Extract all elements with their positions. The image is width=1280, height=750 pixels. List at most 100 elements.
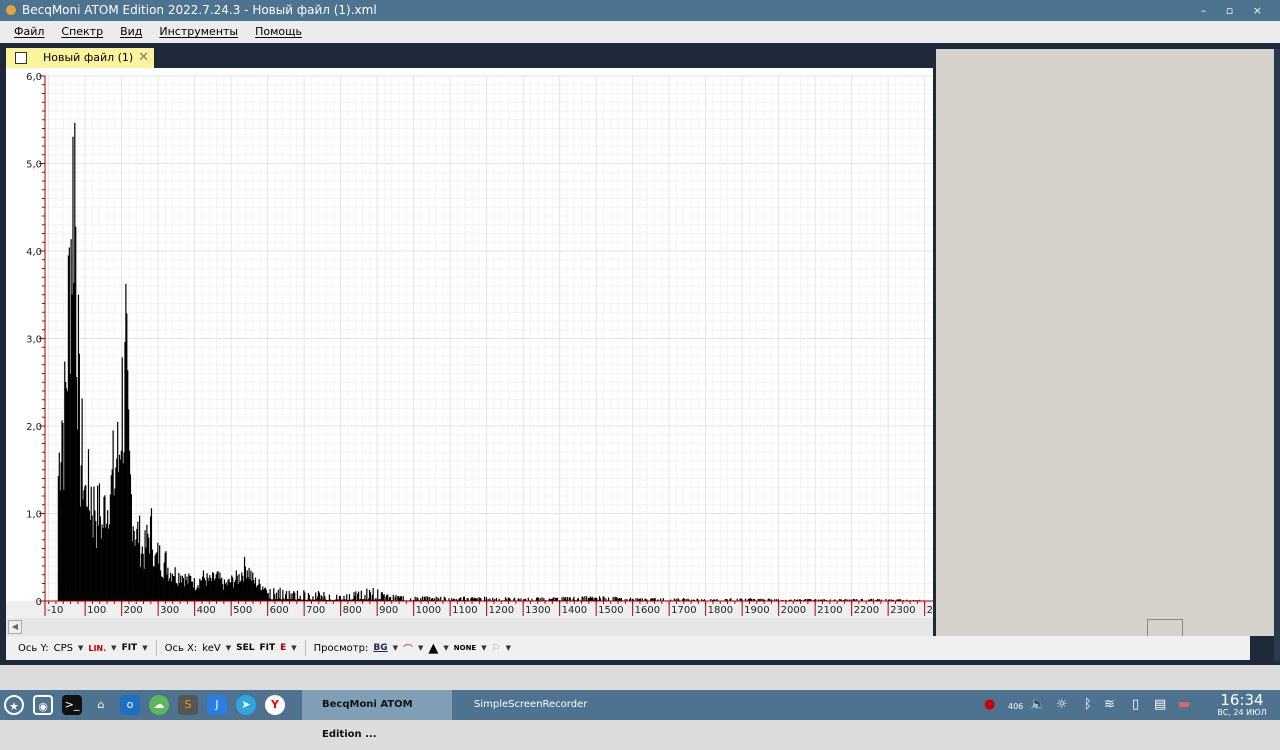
minimize-button[interactable]: – bbox=[1201, 4, 1215, 17]
spectrum-bar bbox=[355, 591, 356, 601]
x-tick-label: 2100 bbox=[817, 605, 842, 616]
title-bar: BecqMoni ATOM Edition 2022.7.24.3 - Новы… bbox=[0, 0, 1280, 21]
clock[interactable]: 16:34 ВС, 24 ИЮЛ bbox=[1212, 692, 1272, 717]
y-unit-select[interactable]: CPS bbox=[54, 643, 73, 654]
x-tick-label: 500 bbox=[233, 605, 252, 616]
spectrum-bar bbox=[373, 588, 374, 601]
horizontal-scrollbar[interactable]: ◀ bbox=[6, 618, 933, 636]
tab-close-icon[interactable]: ✕ bbox=[138, 48, 149, 68]
outlook-icon[interactable]: o bbox=[120, 695, 140, 715]
spectrum-chart[interactable]: 01,02,03,04,05,06,0-10100200300400500600… bbox=[6, 68, 933, 618]
window-title: BecqMoni ATOM Edition 2022.7.24.3 - Новы… bbox=[22, 3, 377, 17]
file-manager-icon[interactable]: ◉ bbox=[33, 695, 53, 715]
x-tick-label: 800 bbox=[343, 605, 362, 616]
app-icon bbox=[6, 5, 16, 15]
x-tick-label: 1200 bbox=[489, 605, 514, 616]
flag-icon[interactable]: ⚐ bbox=[492, 643, 501, 654]
x-tick-label: 1900 bbox=[744, 605, 769, 616]
bluetooth-icon[interactable]: ᛒ bbox=[1084, 697, 1092, 712]
y-tick-label: 1,0 bbox=[26, 510, 42, 521]
y-tick-label: 4,0 bbox=[26, 247, 42, 258]
menu-view[interactable]: Вид bbox=[120, 21, 142, 43]
sublime-text-icon[interactable]: S bbox=[178, 695, 198, 715]
x-tick-label: 100 bbox=[87, 605, 106, 616]
menu-file[interactable]: Файл bbox=[14, 21, 44, 43]
weather-badge[interactable]: 406 bbox=[1008, 702, 1023, 711]
brightness-icon[interactable]: ☼ bbox=[1056, 697, 1068, 712]
x-tick-label: 2200 bbox=[854, 605, 879, 616]
x-tick-label: -10 bbox=[47, 605, 63, 616]
x-sel-button[interactable]: SEL bbox=[236, 643, 254, 653]
close-button[interactable]: × bbox=[1253, 4, 1270, 17]
telegram-icon[interactable]: ➤ bbox=[236, 695, 256, 715]
x-tick-label: 300 bbox=[160, 605, 179, 616]
mail-client-icon[interactable]: ⌂ bbox=[91, 695, 111, 715]
menu-tools[interactable]: Инструменты bbox=[159, 21, 238, 43]
spectrum-bar bbox=[514, 598, 515, 601]
spectrum-bar bbox=[427, 597, 428, 601]
tab-new-file[interactable]: Новый файл (1) ✕ bbox=[6, 48, 154, 68]
maximize-button[interactable]: ▫ bbox=[1226, 4, 1241, 17]
start-menu-icon[interactable]: ★ bbox=[4, 695, 24, 715]
spectrum-bar bbox=[584, 596, 585, 601]
record-icon[interactable]: ● bbox=[984, 697, 995, 712]
x-tick-label: 2300 bbox=[890, 605, 915, 616]
y-fit-button[interactable]: FIT bbox=[122, 643, 138, 653]
x-tick-label: 1400 bbox=[562, 605, 587, 616]
y-tick-label: 5,0 bbox=[26, 160, 42, 171]
menu-help[interactable]: Помощь bbox=[255, 21, 302, 43]
peaks-icon[interactable]: ▲ bbox=[428, 641, 438, 656]
keyboard-layout-icon[interactable]: ▬ bbox=[1178, 697, 1190, 712]
spectrum-bar bbox=[440, 597, 441, 601]
spectrum-bar bbox=[393, 595, 394, 601]
y-tick-label: 6,0 bbox=[26, 72, 42, 83]
y-scale-button[interactable]: LIN. bbox=[88, 644, 106, 653]
notifications-icon[interactable]: ▤ bbox=[1154, 697, 1166, 712]
task-label: SimpleScreenRecorder bbox=[474, 699, 587, 710]
arc-icon[interactable]: ⌒ bbox=[403, 641, 413, 656]
x-tick-label: 400 bbox=[197, 605, 216, 616]
x-tick-label: 200 bbox=[124, 605, 143, 616]
energy-calibration-button[interactable]: E bbox=[280, 643, 286, 653]
x-tick-label: 2000 bbox=[781, 605, 806, 616]
bg-button[interactable]: BG bbox=[373, 643, 387, 653]
x-tick-label: 700 bbox=[306, 605, 325, 616]
yandex-browser-icon[interactable]: Y bbox=[265, 695, 285, 715]
spectrum-bar bbox=[395, 595, 396, 601]
x-tick-label: 1600 bbox=[635, 605, 660, 616]
x-tick-label: 1000 bbox=[416, 605, 441, 616]
j-app-icon[interactable]: J bbox=[207, 695, 227, 715]
spectrum-bar bbox=[304, 592, 305, 601]
side-panel bbox=[936, 49, 1274, 636]
chart-toolbar: Ось Y: CPS▼ LIN.▼ FIT▼ Ось X: keV▼ SEL F… bbox=[6, 636, 1250, 660]
y-tick-label: 3,0 bbox=[26, 335, 42, 346]
taskbar-item-becqmoni[interactable]: BecqMoni ATOM Edition ... bbox=[302, 690, 452, 720]
spectrum-bar bbox=[269, 589, 270, 601]
panel-splitter[interactable] bbox=[1274, 49, 1280, 661]
spectrum-bar bbox=[280, 588, 281, 601]
spectrum-bar bbox=[377, 589, 378, 601]
panel-box bbox=[1147, 619, 1183, 636]
spectrum-bar bbox=[403, 596, 404, 601]
spectrum-bar bbox=[346, 594, 347, 601]
taskbar-item-screenrecorder[interactable]: SimpleScreenRecorder bbox=[456, 690, 606, 720]
x-unit-select[interactable]: keV bbox=[202, 643, 220, 654]
menu-spectrum[interactable]: Спектр bbox=[61, 21, 103, 43]
y-tick-label: 0 bbox=[36, 597, 42, 608]
none-button[interactable]: NONE bbox=[454, 644, 476, 652]
scroll-left-button[interactable]: ◀ bbox=[8, 620, 22, 634]
volume-muted-icon[interactable]: 🔈 bbox=[1030, 697, 1046, 712]
wifi-icon[interactable]: ≋ bbox=[1104, 697, 1115, 712]
y-axis-label: Ось Y: bbox=[18, 643, 49, 654]
spectrum-svg[interactable]: 01,02,03,04,05,06,0-10100200300400500600… bbox=[6, 68, 933, 618]
remote-desktop-icon[interactable]: ☁ bbox=[149, 695, 169, 715]
spectrum-bar bbox=[603, 597, 604, 601]
x-tick-label: 1800 bbox=[708, 605, 733, 616]
terminal-icon[interactable]: >_ bbox=[62, 695, 82, 715]
x-fit-button[interactable]: FIT bbox=[259, 643, 275, 653]
x-tick-label: 24 bbox=[927, 605, 933, 616]
battery-icon[interactable]: ▯ bbox=[1132, 697, 1139, 712]
x-tick-label: 600 bbox=[270, 605, 289, 616]
clock-date: ВС, 24 ИЮЛ bbox=[1212, 708, 1272, 717]
clock-time: 16:34 bbox=[1212, 692, 1272, 708]
